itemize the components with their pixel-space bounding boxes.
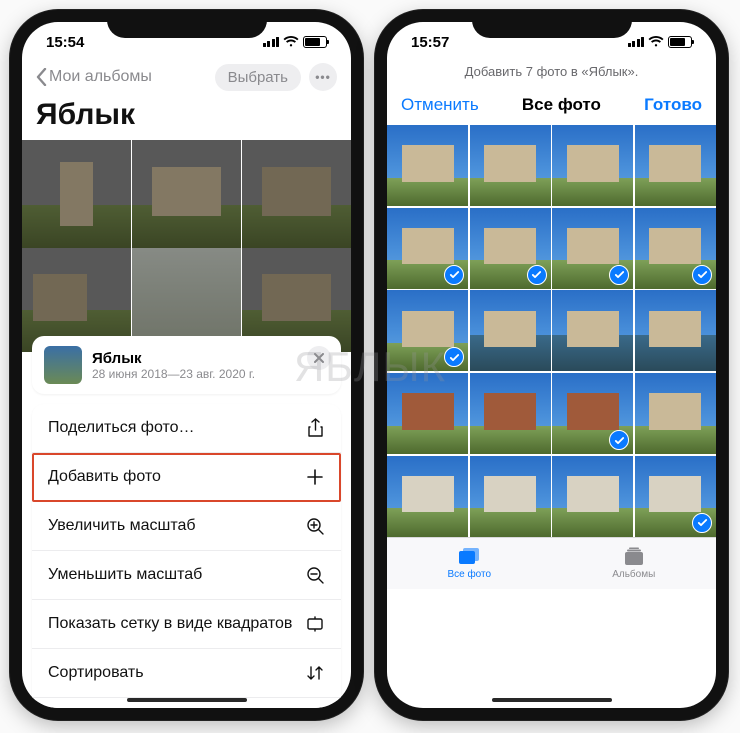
action-menu: Поделиться фото… Добавить фото Увеличить… — [32, 404, 341, 708]
photo-cell[interactable] — [635, 373, 716, 454]
signal-icon — [263, 37, 280, 47]
home-indicator[interactable] — [492, 698, 612, 702]
picker-subtitle: Добавить 7 фото в «Яблык». — [387, 62, 716, 87]
menu-share[interactable]: Поделиться фото… — [32, 404, 341, 453]
photo-cell[interactable] — [470, 125, 551, 206]
menu-zoom-in[interactable]: Увеличить масштаб — [32, 502, 341, 551]
sheet-thumb — [44, 346, 82, 384]
selected-check-icon — [609, 265, 629, 285]
close-icon — [314, 353, 324, 363]
tab-bar: Все фото Альбомы — [387, 537, 716, 589]
tab-all-photos[interactable]: Все фото — [387, 538, 552, 589]
photo-cell[interactable] — [635, 290, 716, 371]
photo-grid — [387, 125, 716, 537]
sheet-header: Яблык 28 июня 2018—23 авг. 2020 г. — [32, 336, 341, 394]
photo-cell[interactable] — [552, 456, 633, 537]
sheet-title: Яблык — [92, 350, 255, 367]
menu-sort[interactable]: Сортировать — [32, 649, 341, 698]
home-indicator[interactable] — [127, 698, 247, 702]
photo-cell[interactable] — [552, 373, 633, 454]
back-label: Мои альбомы — [49, 68, 152, 86]
aspect-icon — [305, 614, 325, 634]
photos-icon — [457, 547, 481, 567]
photo-cell[interactable] — [387, 290, 468, 371]
select-button[interactable]: Выбрать — [215, 64, 301, 91]
chevron-left-icon — [36, 68, 47, 86]
tab-albums[interactable]: Альбомы — [552, 538, 717, 589]
picker-title: Все фото — [522, 95, 601, 115]
photo-thumb[interactable] — [22, 140, 132, 248]
photo-thumb[interactable] — [132, 140, 242, 248]
signal-icon — [628, 37, 645, 47]
more-button[interactable]: ••• — [309, 63, 337, 91]
albums-icon — [622, 547, 646, 567]
menu-zoom-out[interactable]: Уменьшить масштаб — [32, 551, 341, 600]
close-button[interactable] — [307, 346, 331, 370]
selected-check-icon — [692, 513, 712, 533]
status-time: 15:57 — [411, 34, 449, 51]
photo-cell[interactable] — [470, 373, 551, 454]
status-time: 15:54 — [46, 34, 84, 51]
zoom-out-icon — [305, 565, 325, 585]
phone-right: 15:57 Добавить 7 фото в «Яблык». Отменит… — [375, 10, 728, 720]
photo-cell[interactable] — [635, 208, 716, 289]
done-button[interactable]: Готово — [644, 95, 702, 115]
photo-cell[interactable] — [470, 290, 551, 371]
battery-icon — [303, 36, 327, 48]
sheet-subtitle: 28 июня 2018—23 авг. 2020 г. — [92, 367, 255, 381]
battery-icon — [668, 36, 692, 48]
photo-cell[interactable] — [470, 456, 551, 537]
photo-cell[interactable] — [552, 125, 633, 206]
sort-icon — [305, 663, 325, 683]
selected-check-icon — [527, 265, 547, 285]
photo-cell[interactable] — [635, 456, 716, 537]
photo-cell[interactable] — [635, 125, 716, 206]
notch — [107, 10, 267, 38]
menu-aspect[interactable]: Показать сетку в виде квадратов — [32, 600, 341, 649]
back-button[interactable]: Мои альбомы — [36, 68, 152, 86]
selected-check-icon — [692, 265, 712, 285]
photo-cell[interactable] — [552, 208, 633, 289]
cancel-button[interactable]: Отменить — [401, 95, 479, 115]
photo-row — [22, 140, 351, 248]
plus-icon — [305, 467, 325, 487]
photo-cell[interactable] — [387, 373, 468, 454]
photo-thumb[interactable] — [242, 140, 351, 248]
menu-add-photo[interactable]: Добавить фото — [32, 453, 341, 502]
selected-check-icon — [444, 265, 464, 285]
photo-cell[interactable] — [552, 290, 633, 371]
phone-left: 15:54 Мои альбомы Выбрать ••• Яблык — [10, 10, 363, 720]
share-icon — [305, 418, 325, 438]
album-title: Яблык — [22, 98, 351, 140]
photo-cell[interactable] — [387, 208, 468, 289]
notch — [472, 10, 632, 38]
photo-cell[interactable] — [387, 125, 468, 206]
zoom-in-icon — [305, 516, 325, 536]
photo-cell[interactable] — [470, 208, 551, 289]
wifi-icon — [283, 36, 299, 48]
wifi-icon — [648, 36, 664, 48]
photo-cell[interactable] — [387, 456, 468, 537]
